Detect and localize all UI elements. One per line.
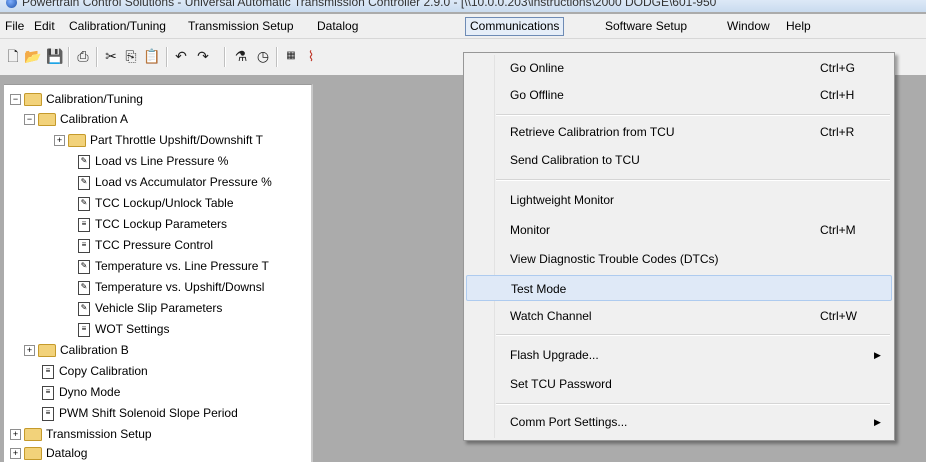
folder-icon	[68, 134, 86, 148]
cut-icon[interactable]: ✂	[102, 47, 120, 65]
copy-icon[interactable]: ⎘	[122, 47, 140, 65]
menu-item-monitor[interactable]: Monitor Ctrl+M	[466, 217, 892, 243]
tree-item-dyno-mode[interactable]: ≡ Dyno Mode	[42, 382, 120, 402]
tree-item-tcc-pressure-control[interactable]: ≡ TCC Pressure Control	[78, 235, 213, 255]
redo-icon[interactable]: ↷	[194, 47, 212, 65]
menu-item-lightweight-monitor[interactable]: Lightweight Monitor	[466, 187, 892, 213]
tree-item-datalog[interactable]: + Datalog	[10, 443, 87, 462]
menu-item-send-calibration[interactable]: Send Calibration to TCU	[466, 147, 892, 173]
folder-icon	[24, 447, 42, 461]
menu-item-watch-channel[interactable]: Watch Channel Ctrl+W	[466, 303, 892, 329]
menu-item-set-tcu-password[interactable]: Set TCU Password	[466, 371, 892, 397]
collapse-icon[interactable]: −	[24, 114, 35, 126]
tree-item-calibration-b[interactable]: + Calibration B	[24, 340, 129, 360]
collapse-icon[interactable]: −	[10, 94, 21, 106]
tree-item-pwm-shift[interactable]: ≡ PWM Shift Solenoid Slope Period	[42, 403, 238, 423]
folder-open-icon	[24, 93, 42, 107]
menu-separator	[496, 114, 890, 116]
tree-item-load-line-pressure[interactable]: ✎ Load vs Line Pressure %	[78, 151, 228, 171]
table-edit-icon: ✎	[78, 175, 90, 190]
tree-item-transmission-setup[interactable]: + Transmission Setup	[10, 424, 152, 444]
table-edit-icon: ✎	[78, 259, 90, 274]
document-icon: ≡	[78, 238, 90, 253]
expand-icon[interactable]: +	[54, 135, 65, 147]
menu-separator	[496, 179, 890, 181]
expand-icon[interactable]: +	[10, 429, 21, 441]
expand-icon[interactable]: +	[24, 345, 35, 357]
menu-help[interactable]: Help	[781, 18, 816, 35]
binary-icon[interactable]: ▦	[282, 47, 300, 65]
window-title: Powertrain Control Solutions - Universal…	[22, 0, 717, 9]
menu-communications[interactable]: Communications	[465, 17, 565, 36]
tree-item-wot-settings[interactable]: ≡ WOT Settings	[78, 319, 169, 339]
title-bar: Powertrain Control Solutions - Universal…	[0, 0, 926, 12]
wizard-icon[interactable]: ⚗	[232, 47, 250, 65]
save-icon[interactable]: 💾	[46, 47, 64, 65]
app-icon	[6, 0, 17, 8]
menu-item-retrieve-calibration[interactable]: Retrieve Calibratrion from TCU Ctrl+R	[466, 119, 892, 145]
gauge-icon[interactable]: ◷	[254, 47, 272, 65]
menu-file[interactable]: File	[0, 18, 29, 35]
folder-open-icon	[38, 113, 56, 127]
menu-item-view-dtcs[interactable]: View Diagnostic Trouble Codes (DTCs)	[466, 246, 892, 272]
document-icon: ≡	[42, 364, 54, 379]
folder-icon	[38, 344, 56, 358]
toolbar-separator	[96, 47, 98, 67]
chart-icon[interactable]: ⌇	[302, 47, 320, 65]
print-icon[interactable]: ⎙	[74, 47, 92, 65]
menu-item-go-offline[interactable]: Go Offline Ctrl+H	[466, 82, 892, 108]
menu-datalog[interactable]: Datalog	[312, 18, 363, 35]
menu-separator	[496, 334, 890, 336]
new-icon[interactable]: 🗋	[4, 47, 22, 65]
toolbar-separator	[166, 47, 168, 67]
document-icon: ≡	[42, 406, 54, 421]
paste-icon[interactable]: 📋	[143, 47, 161, 65]
open-icon[interactable]: 📂	[24, 47, 42, 65]
navigation-tree[interactable]: − Calibration/Tuning − Calibration A + Part…	[4, 84, 313, 462]
tree-item-calibration-tuning[interactable]: − Calibration/Tuning	[10, 89, 143, 109]
tree-item-calibration-a[interactable]: − Calibration A	[24, 109, 128, 129]
menu-separator	[496, 403, 890, 405]
tree-item-load-accumulator-pressure[interactable]: ✎ Load vs Accumulator Pressure %	[78, 172, 272, 192]
menu-edit[interactable]: Edit	[29, 18, 60, 35]
document-icon: ≡	[78, 217, 90, 232]
table-edit-icon: ✎	[78, 301, 90, 316]
communications-dropdown: Go Online Ctrl+G Go Offline Ctrl+H Retri…	[463, 52, 895, 441]
menu-item-flash-upgrade[interactable]: Flash Upgrade... ▶	[466, 342, 892, 368]
menu-software-setup[interactable]: Software Setup	[600, 18, 692, 35]
menu-bar: File Edit Calibration/Tuning Transmissio…	[0, 14, 926, 39]
menu-item-comm-port-settings[interactable]: Comm Port Settings... ▶	[466, 409, 892, 435]
toolbar-separator	[276, 47, 278, 67]
tree-item-copy-calibration[interactable]: ≡ Copy Calibration	[42, 361, 148, 381]
menu-transmission-setup[interactable]: Transmission Setup	[183, 18, 299, 35]
menu-item-go-online[interactable]: Go Online Ctrl+G	[466, 55, 892, 81]
tree-item-vehicle-slip[interactable]: ✎ Vehicle Slip Parameters	[78, 298, 222, 318]
tree-item-tcc-lockup-table[interactable]: ✎ TCC Lockup/Unlock Table	[78, 193, 234, 213]
tree-item-tcc-lockup-parameters[interactable]: ≡ TCC Lockup Parameters	[78, 214, 227, 234]
undo-icon[interactable]: ↶	[172, 47, 190, 65]
menu-calibration-tuning[interactable]: Calibration/Tuning	[64, 18, 171, 35]
table-edit-icon: ✎	[78, 154, 90, 169]
submenu-arrow-icon: ▶	[874, 350, 881, 360]
menu-window[interactable]: Window	[722, 18, 775, 35]
folder-icon	[24, 428, 42, 442]
tree-item-temperature-line-pressure[interactable]: ✎ Temperature vs. Line Pressure T	[78, 256, 269, 276]
menu-item-test-mode[interactable]: Test Mode	[466, 275, 892, 301]
submenu-arrow-icon: ▶	[874, 417, 881, 427]
tree-item-temperature-upshift[interactable]: ✎ Temperature vs. Upshift/Downsl	[78, 277, 264, 297]
document-icon: ≡	[78, 322, 90, 337]
expand-icon[interactable]: +	[10, 448, 21, 460]
table-edit-icon: ✎	[78, 280, 90, 295]
document-icon: ≡	[42, 385, 54, 400]
table-edit-icon: ✎	[78, 196, 90, 211]
tree-item-part-throttle[interactable]: + Part Throttle Upshift/Downshift T	[54, 130, 263, 150]
toolbar-separator	[68, 47, 70, 67]
toolbar-separator	[224, 47, 226, 67]
